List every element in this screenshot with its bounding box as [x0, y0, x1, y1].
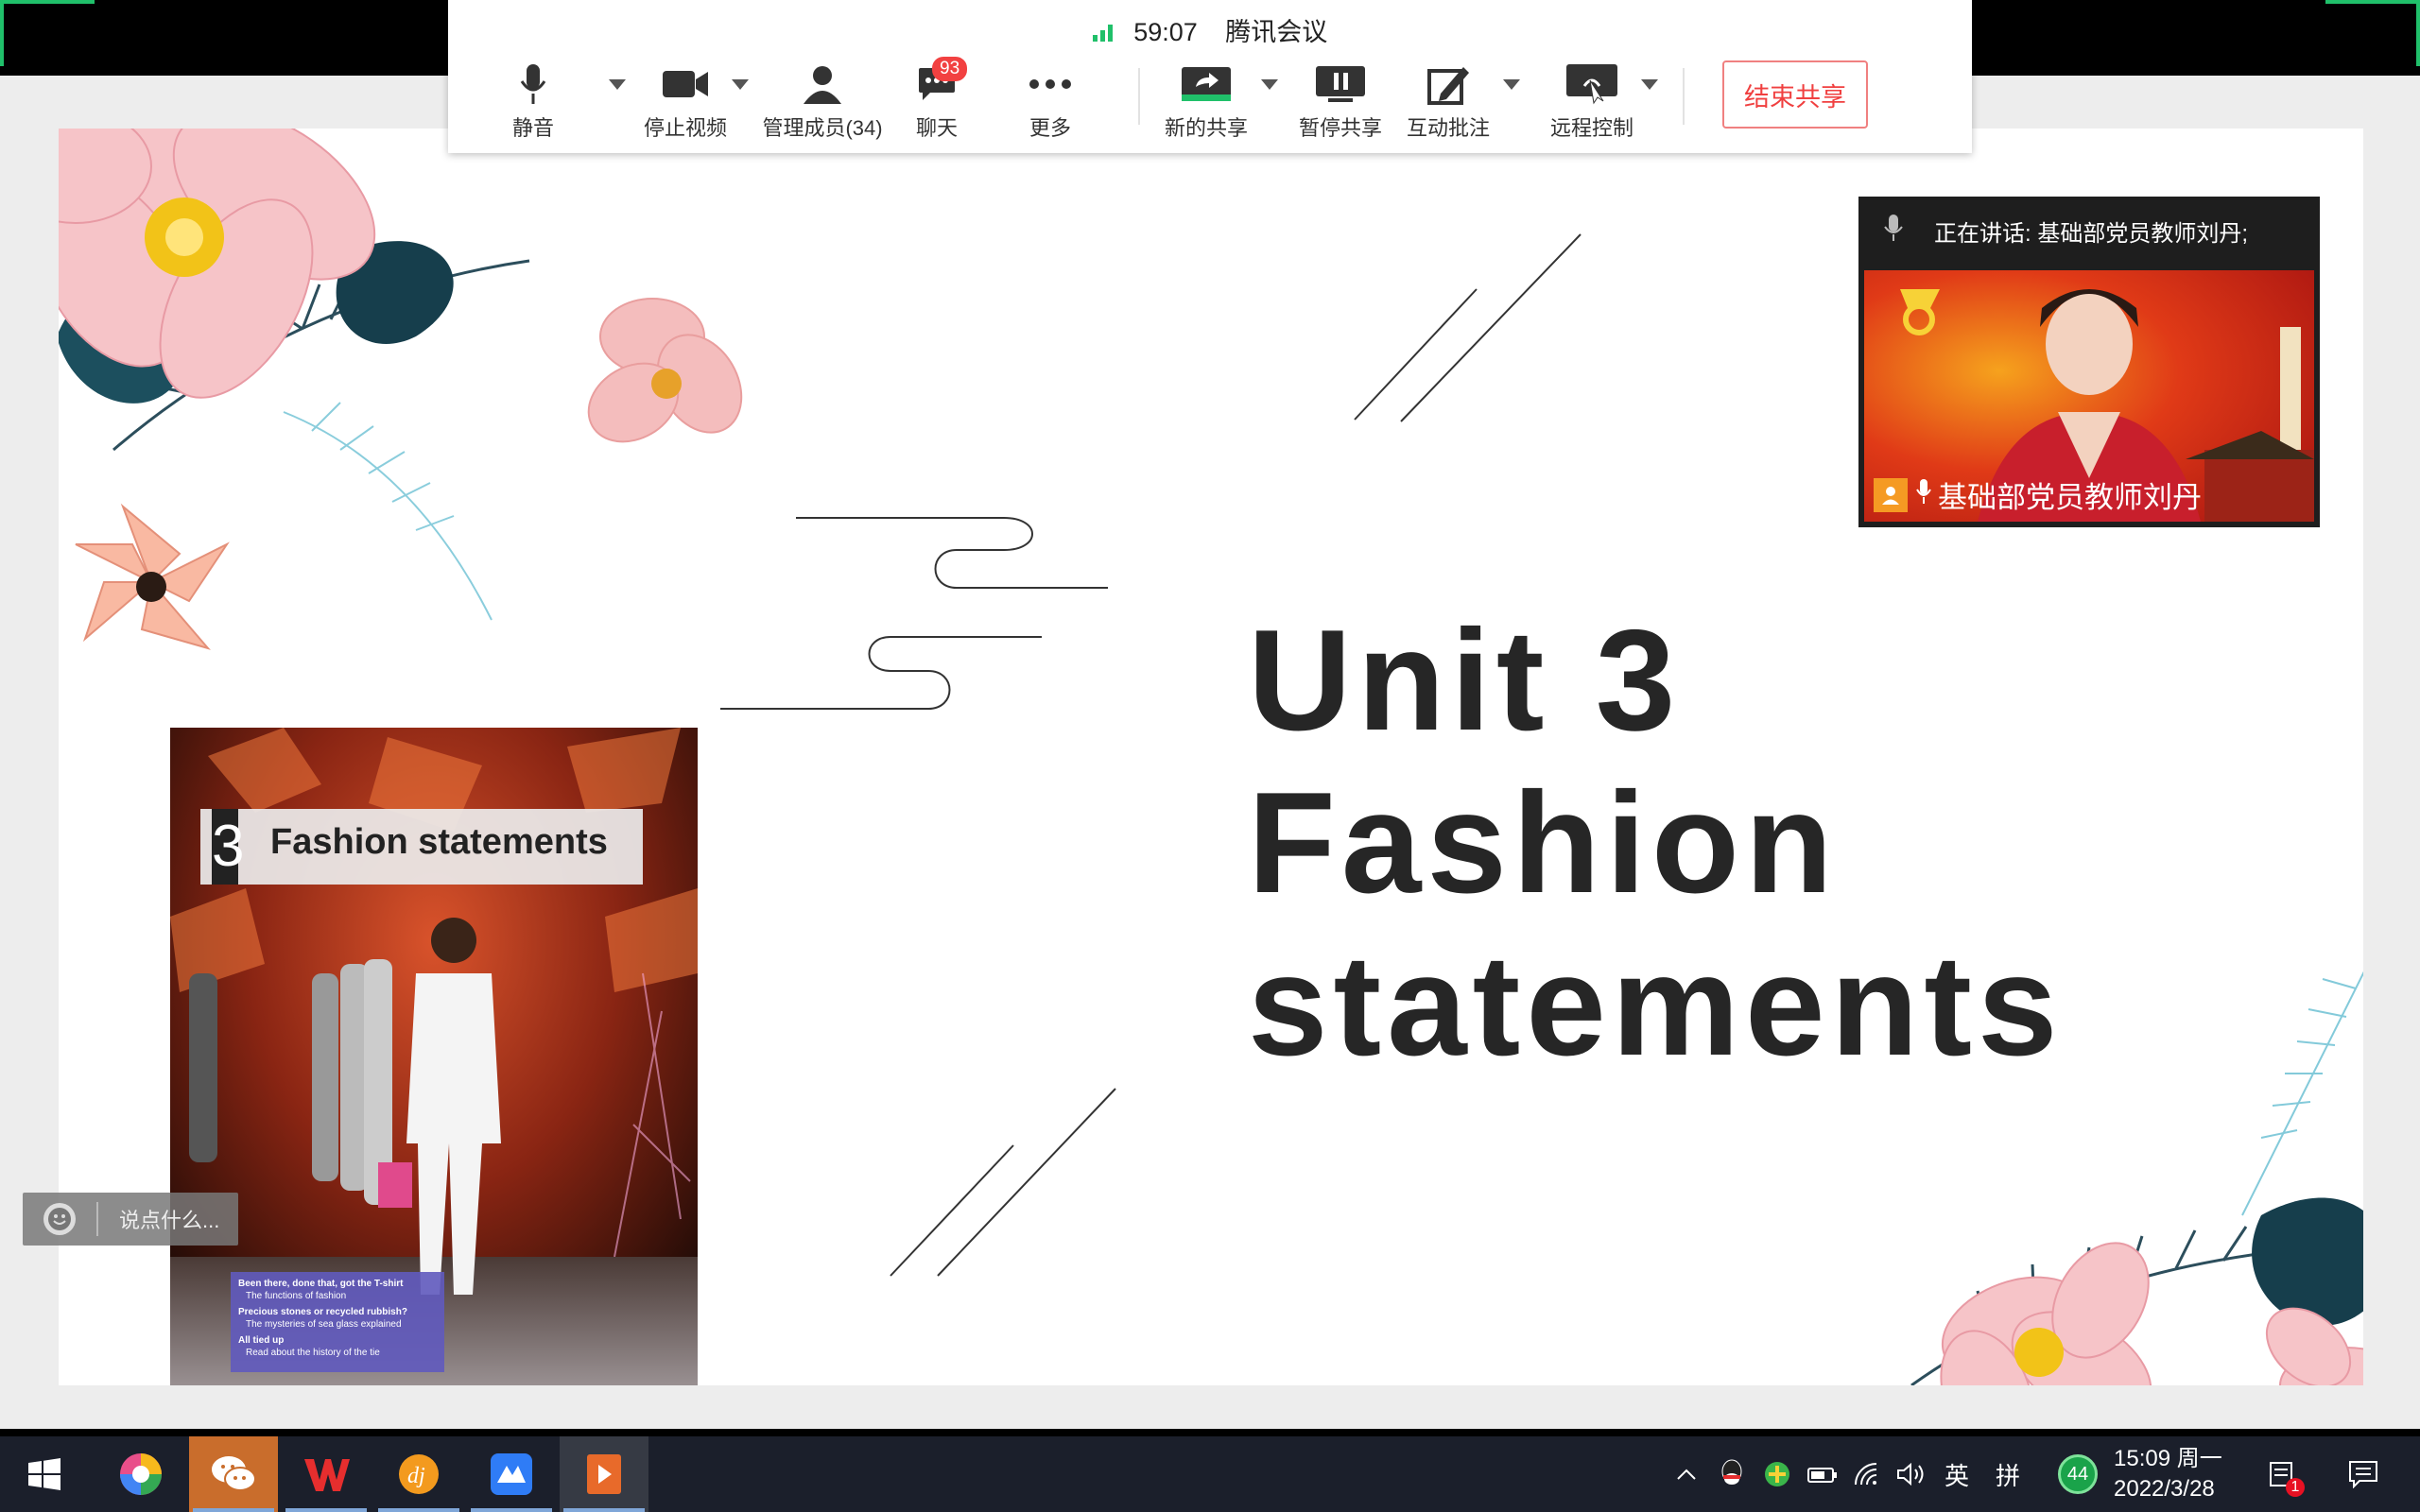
video-options-chevron-icon[interactable] [732, 79, 749, 90]
wechat-icon [212, 1456, 256, 1491]
volume-icon[interactable] [1891, 1436, 1932, 1512]
battery-icon[interactable] [1804, 1436, 1841, 1512]
slide-title-line: Unit 3 [1248, 600, 1682, 761]
active-indicator [563, 1508, 645, 1512]
clock-weekday: 周一 [2176, 1446, 2222, 1471]
remote-control-button[interactable]: 远程控制 [1535, 59, 1649, 144]
ime-mode-indicator[interactable]: 拼 [1989, 1436, 2027, 1512]
speaker-video-tile[interactable]: 正在讲话: 基础部党员教师刘丹; 基础部党员教师刘丹 [1858, 197, 2320, 527]
system-clock[interactable]: 15:09 周一 2022/3/28 [2114, 1444, 2237, 1504]
active-indicator [193, 1508, 274, 1512]
pause-share-button[interactable]: 暂停共享 [1295, 59, 1386, 144]
taskbar: dj 英 拼 44 15:09 周一 2022/3/28 1 [0, 1436, 2420, 1512]
notification-badge: 1 [2286, 1478, 2305, 1497]
unit-banner-title: Fashion statements [270, 822, 608, 862]
microphone-icon [1883, 214, 1904, 249]
share-border-corner [0, 0, 4, 66]
active-indicator [285, 1508, 367, 1512]
toolbar-divider [1683, 68, 1685, 125]
remote-control-icon [1566, 64, 1617, 105]
contents-panel: Been there, done that, got the T-shirt T… [231, 1272, 444, 1372]
start-button[interactable] [0, 1436, 89, 1512]
clock-time: 15:09 [2114, 1446, 2171, 1471]
slide-title-line: Fashion [1248, 763, 1839, 923]
new-share-button[interactable]: 新的共享 [1159, 59, 1253, 144]
tray-count: 44 [2058, 1454, 2098, 1494]
contents-sub: Read about the history of the tie [246, 1348, 380, 1358]
unit-number: 3 [212, 809, 244, 885]
meeting-timer: 59:07 [1133, 18, 1198, 46]
mute-options-chevron-icon[interactable] [609, 79, 626, 90]
qq-icon[interactable] [1713, 1436, 1751, 1512]
participant-name-label: 基础部党员教师刘丹 [1874, 473, 2202, 516]
remote-options-chevron-icon[interactable] [1641, 79, 1658, 90]
divider [96, 1202, 98, 1236]
tray-count-badge[interactable]: 44 [2055, 1436, 2100, 1512]
contents-sub: The mysteries of sea glass explained [246, 1319, 402, 1330]
wps-icon [304, 1459, 350, 1491]
taskbar-app-tencent-meeting[interactable] [467, 1436, 556, 1512]
taskbar-app-wps[interactable] [282, 1436, 371, 1512]
windows-start-icon [28, 1458, 60, 1490]
chrome-like-icon [120, 1453, 162, 1495]
slide-title-line: statements [1248, 925, 2064, 1086]
chat-placeholder: 说点什么... [119, 1209, 220, 1232]
tray-overflow-chevron-icon[interactable] [1668, 1436, 1705, 1512]
active-indicator [471, 1508, 552, 1512]
contents-heading: Been there, done that, got the T-shirt [238, 1279, 404, 1289]
participant-video: 基础部党员教师刘丹 [1864, 270, 2314, 522]
action-center-icon[interactable] [2341, 1436, 2386, 1512]
svg-text:dj: dj [407, 1464, 425, 1488]
chat-button[interactable]: 93 聊天 [900, 57, 974, 144]
emoji-icon[interactable] [43, 1203, 76, 1235]
person-icon [1874, 477, 1908, 512]
microphone-icon [520, 64, 546, 104]
wifi-icon[interactable] [1849, 1436, 1887, 1512]
taskbar-app-browser[interactable] [96, 1436, 185, 1512]
manage-members-button[interactable]: 管理成员(34) [756, 59, 889, 144]
end-share-button[interactable]: 结束共享 [1722, 60, 1868, 129]
meeting-toolbar: 59:07 腾讯会议 静音 停止视频 管理成员(34) 93 聊天 更多 新的共… [448, 0, 1972, 153]
speaking-text: 正在讲话: 基础部党员教师刘丹; [1934, 220, 2249, 247]
taskbar-app-dj[interactable]: dj [374, 1436, 463, 1512]
taskbar-app-slides[interactable] [560, 1436, 648, 1512]
active-indicator [378, 1508, 459, 1512]
more-button[interactable]: 更多 [1015, 59, 1085, 144]
signal-strength-icon [1092, 19, 1114, 48]
message-center-icon[interactable] [2263, 1436, 2301, 1512]
participant-name: 基础部党员教师刘丹 [1938, 481, 2202, 514]
stop-video-button[interactable]: 停止视频 [633, 59, 737, 144]
contents-sub: The functions of fashion [246, 1291, 347, 1301]
speaking-indicator: 正在讲话: 基础部党员教师刘丹; [1858, 197, 2320, 265]
dj-app-icon: dj [399, 1454, 439, 1494]
meeting-header: 59:07 腾讯会议 [448, 11, 1972, 46]
ime-language-indicator[interactable]: 英 [1938, 1436, 1976, 1512]
annotate-icon [1427, 67, 1469, 105]
taskbar-app-wechat[interactable] [189, 1436, 278, 1512]
security-icon[interactable] [1758, 1436, 1796, 1512]
more-dots-icon [1029, 79, 1071, 89]
slides-player-icon [587, 1454, 621, 1494]
toolbar-divider [1138, 68, 1140, 125]
person-icon [804, 66, 841, 104]
contents-heading: Precious stones or recycled rubbish? [238, 1307, 407, 1317]
contents-heading: All tied up [238, 1335, 285, 1346]
tencent-meeting-icon [491, 1453, 532, 1495]
chat-quick-input[interactable]: 说点什么... [23, 1193, 238, 1246]
clock-date: 2022/3/28 [2114, 1476, 2215, 1502]
textbook-cover-image: 3 Fashion statements Been there, done th… [170, 728, 698, 1385]
annotate-button[interactable]: 互动批注 [1403, 59, 1494, 144]
share-border-corner [0, 0, 95, 4]
share-border-corner [2325, 0, 2420, 4]
chat-unread-badge: 93 [932, 57, 968, 81]
pause-icon [1316, 66, 1365, 102]
app-name: 腾讯会议 [1225, 18, 1328, 46]
share-options-chevron-icon[interactable] [1261, 79, 1278, 90]
mute-button[interactable]: 静音 [495, 59, 571, 144]
share-screen-icon [1182, 67, 1231, 101]
microphone-icon [1915, 478, 1932, 512]
share-border-corner [2416, 0, 2420, 66]
video-camera-icon [663, 71, 708, 97]
annotate-options-chevron-icon[interactable] [1503, 79, 1520, 90]
